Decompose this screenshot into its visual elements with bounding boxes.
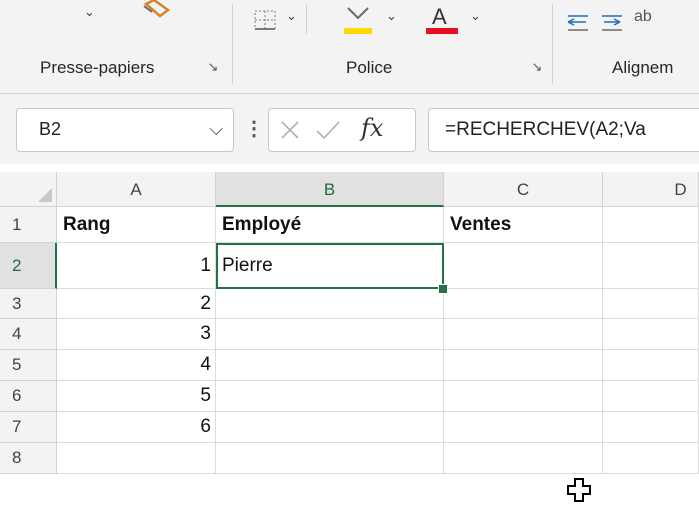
cell-C7[interactable] (444, 412, 603, 443)
cell-D4[interactable] (603, 319, 699, 350)
row-header-6[interactable]: 6 (0, 381, 57, 412)
cell-B1[interactable]: Employé (216, 207, 444, 243)
row-header-3[interactable]: 3 (0, 289, 57, 319)
borders-icon[interactable] (254, 10, 276, 30)
increase-indent-icon[interactable] (600, 10, 624, 34)
cell-select-cursor-icon (567, 478, 591, 502)
row-header-5[interactable]: 5 (0, 350, 57, 381)
cancel-icon[interactable] (279, 119, 301, 141)
chevron-down-icon[interactable]: ⌄ (386, 8, 397, 24)
chevron-down-icon[interactable]: ⌄ (470, 8, 481, 24)
group-label-clipboard: Presse-papiers (40, 58, 155, 77)
cell-B3[interactable] (216, 289, 444, 319)
cell-D2[interactable] (603, 243, 699, 289)
cell-B7[interactable] (216, 412, 444, 443)
insert-function-icon[interactable]: fx (361, 114, 383, 142)
group-label-alignment: Alignem (612, 58, 674, 77)
row-header-8[interactable]: 8 (0, 443, 57, 474)
fill-color-icon[interactable] (340, 2, 376, 36)
formula-text: =RECHERCHEV(A2;Va (445, 119, 646, 140)
formula-input[interactable]: =RECHERCHEV(A2;Va (428, 108, 699, 152)
column-header-C[interactable]: C (444, 172, 603, 207)
cell-C5[interactable] (444, 350, 603, 381)
cell-D8[interactable] (603, 443, 699, 474)
cell-B2[interactable]: Pierre (216, 243, 444, 289)
dialog-launcher-icon[interactable]: ↘ (530, 60, 544, 74)
cell-C1[interactable]: Ventes (444, 207, 603, 243)
more-options-icon[interactable]: ⋮ (244, 116, 264, 141)
cell-A4[interactable]: 3 (57, 319, 216, 350)
svg-text:A: A (432, 4, 447, 29)
cell-B5[interactable] (216, 350, 444, 381)
formula-buttons: fx (268, 108, 416, 152)
cell-A3[interactable]: 2 (57, 289, 216, 319)
font-color-icon[interactable]: A (424, 2, 460, 36)
row-header-2[interactable]: 2 (0, 243, 57, 289)
cell-A6[interactable]: 5 (57, 381, 216, 412)
name-box-value: B2 (39, 119, 62, 139)
column-header-D[interactable]: D (603, 172, 699, 207)
group-separator (552, 4, 553, 84)
chevron-down-icon[interactable]: ⌄ (84, 4, 95, 20)
row-header-7[interactable]: 7 (0, 412, 57, 443)
cell-A8[interactable] (57, 443, 216, 474)
cell-C8[interactable] (444, 443, 603, 474)
cell-D6[interactable] (603, 381, 699, 412)
group-separator (232, 4, 233, 84)
chevron-down-icon[interactable]: ⌵ (209, 119, 223, 140)
cell-B4[interactable] (216, 319, 444, 350)
dialog-launcher-icon[interactable]: ↘ (206, 60, 220, 74)
fill-handle[interactable] (438, 284, 448, 294)
select-all-triangle-icon (38, 188, 52, 202)
enter-checkmark-icon[interactable] (315, 119, 341, 141)
decrease-indent-icon[interactable] (566, 10, 590, 34)
cell-A2[interactable]: 1 (57, 243, 216, 289)
cell-B6[interactable] (216, 381, 444, 412)
format-painter-icon[interactable] (140, 0, 174, 26)
cell-C4[interactable] (444, 319, 603, 350)
name-box[interactable]: B2 ⌵ (16, 108, 234, 152)
cell-D7[interactable] (603, 412, 699, 443)
row-header-1[interactable]: 1 (0, 207, 57, 243)
cell-D3[interactable] (603, 289, 699, 319)
cell-A7[interactable]: 6 (57, 412, 216, 443)
ribbon: ⌄ Presse-papiers ↘ ⌄ ⌄ A ⌄ Police ↘ ab A (0, 0, 699, 94)
cell-B8[interactable] (216, 443, 444, 474)
row-header-4[interactable]: 4 (0, 319, 57, 350)
column-header-A[interactable]: A (57, 172, 216, 207)
cell-A1[interactable]: Rang (57, 207, 216, 243)
text-orientation-icon[interactable]: ab (634, 8, 652, 26)
worksheet-grid[interactable]: A B C D 1 2 3 4 5 6 7 8 Rang Employé Ven… (0, 172, 699, 519)
cell-D5[interactable] (603, 350, 699, 381)
cell-C3[interactable] (444, 289, 603, 319)
cell-D1[interactable] (603, 207, 699, 243)
column-header-B[interactable]: B (216, 172, 444, 207)
select-all-button[interactable] (0, 172, 57, 207)
group-label-font: Police (346, 58, 393, 77)
cell-C2[interactable] (444, 243, 603, 289)
cell-A5[interactable]: 4 (57, 350, 216, 381)
cell-C6[interactable] (444, 381, 603, 412)
chevron-down-icon[interactable]: ⌄ (286, 8, 297, 24)
